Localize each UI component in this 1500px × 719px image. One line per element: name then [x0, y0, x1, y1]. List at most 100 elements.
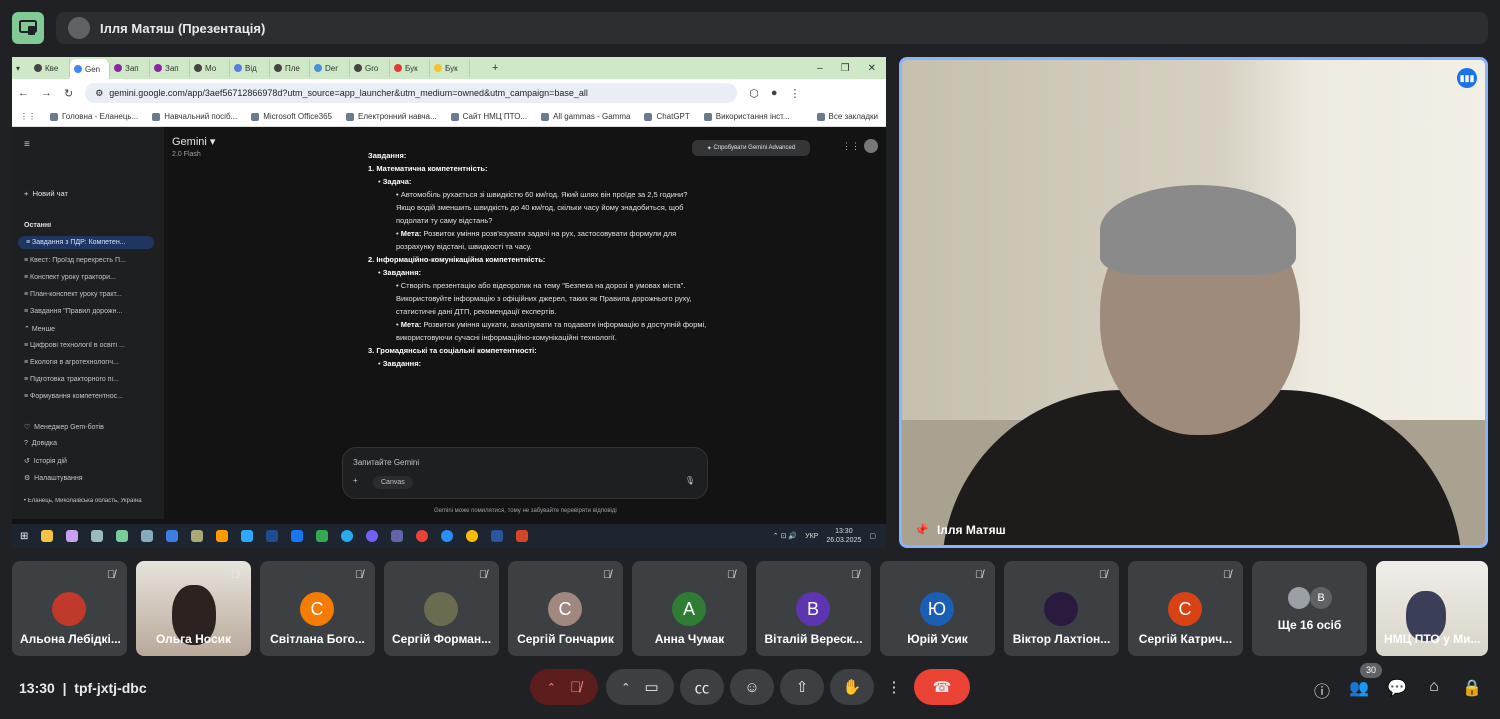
settings-item[interactable]: ⚙ Налаштування	[24, 474, 154, 482]
participant-tile[interactable]: 🎙̸ С Світлана Бого...	[260, 561, 375, 656]
recent-item[interactable]: ≡ Завдання "Правил дорожн...	[24, 308, 154, 315]
recent-item-selected[interactable]: ≡ Завдання з ПДР: Компетен...	[18, 236, 154, 249]
new-tab-icon[interactable]: +	[470, 62, 498, 74]
apps-grid-icon[interactable]: ⋮⋮	[20, 112, 36, 121]
layout-switch-icon[interactable]	[12, 12, 44, 44]
chrome-icon[interactable]	[466, 530, 479, 542]
taskbar-app-icon[interactable]	[166, 530, 179, 542]
word-icon[interactable]	[491, 530, 504, 542]
participant-tile[interactable]: 🎙̸ Сергій Форман...	[384, 561, 499, 656]
more-participants-tile[interactable]: В Ще 16 осіб	[1252, 561, 1367, 656]
viber-icon[interactable]	[366, 530, 379, 542]
raise-hand-button[interactable]: ✋	[830, 669, 874, 705]
browser-tab[interactable]: Зап	[110, 59, 150, 77]
browser-tab[interactable]: Бук	[390, 59, 430, 77]
url-field[interactable]: ⚙ gemini.google.com/app/3aef56712866978d…	[85, 83, 738, 103]
show-less-button[interactable]: ⌃ Менше	[24, 325, 154, 333]
try-advanced-button[interactable]: ✦ Спробувати Gemini Advanced	[692, 140, 810, 156]
taskbar-app-icon[interactable]	[141, 530, 154, 542]
maximize-icon[interactable]: ❐	[841, 63, 850, 74]
participant-tile[interactable]: 🎙̸ Альона Лебідкі...	[12, 561, 127, 656]
minimize-icon[interactable]: –	[817, 63, 823, 74]
leave-call-button[interactable]: ☎	[914, 669, 970, 705]
new-chat-button[interactable]: + Новий чат	[24, 189, 154, 198]
site-info-icon[interactable]: ⚙	[95, 88, 103, 99]
bookmark[interactable]: All gammas - Gamma	[541, 112, 630, 121]
participant-tile[interactable]: 🎙̸ Ю Юрій Усик	[880, 561, 995, 656]
bookmark[interactable]: Використання інст...	[703, 112, 790, 121]
bookmark[interactable]: Головна - Еланець...	[50, 112, 138, 121]
participant-tile[interactable]: 🎙̸ А Анна Чумак	[632, 561, 747, 656]
recent-item[interactable]: ≡ Конспект уроку трактори...	[24, 274, 154, 281]
people-icon[interactable]: 👥	[1348, 678, 1370, 700]
gemini-prompt-input[interactable]: Запитайте Gemini + Canvas 🎙	[342, 447, 708, 499]
info-icon[interactable]: ⓘ	[1311, 678, 1333, 701]
recent-item[interactable]: ≡ Підготовка тракторного пі...	[24, 376, 154, 383]
taskbar-app-icon[interactable]	[41, 530, 54, 542]
recent-item[interactable]: ≡ Цифрові технології в освіті ...	[24, 342, 154, 349]
all-bookmarks[interactable]: Все закладки	[816, 112, 886, 121]
language-indicator[interactable]: УКР	[805, 533, 818, 540]
powerpoint-icon[interactable]	[516, 530, 529, 542]
notifications-icon[interactable]: ▢	[869, 532, 876, 540]
gemini-model-picker[interactable]: Gemini ▾ 2.0 Flash	[172, 135, 215, 158]
gem-manager-item[interactable]: ♡ Менеджер Gem-ботів	[24, 423, 154, 431]
bookmark[interactable]: Сайт НМЦ ПТО...	[450, 112, 527, 121]
participant-tile[interactable]: 🎙̸ Віктор Лахтіон...	[1004, 561, 1119, 656]
telegram-icon[interactable]	[341, 530, 354, 542]
chrome-icon[interactable]	[416, 530, 429, 542]
browser-tab[interactable]: Зап	[150, 59, 190, 77]
clock[interactable]: 13:30 26.03.2025	[826, 527, 861, 545]
browser-tab[interactable]: Кве	[30, 59, 70, 77]
add-icon[interactable]: +	[353, 476, 358, 485]
participant-tile[interactable]: 🎙̸ С Сергій Катрич...	[1128, 561, 1243, 656]
chat-icon[interactable]: 💬	[1386, 678, 1408, 700]
taskbar-app-icon[interactable]	[116, 530, 129, 542]
zoom-icon[interactable]	[441, 530, 454, 542]
speaker-video-tile[interactable]: ▮▮▮ 📌 Ілля Матяш	[899, 57, 1488, 548]
participant-tile[interactable]: 🎙̸ Ольга Носик	[136, 561, 251, 656]
taskbar-app-icon[interactable]	[291, 530, 304, 542]
activity-item[interactable]: ↺ Історія дій	[24, 457, 154, 465]
browser-tab[interactable]: Der	[310, 59, 350, 77]
participant-tile[interactable]: 🎙̸ С Сергій Гончарик	[508, 561, 623, 656]
close-icon[interactable]: ✕	[868, 63, 876, 74]
extension-icon[interactable]: ⬡	[749, 87, 759, 100]
pin-icon[interactable]: 📌	[914, 523, 929, 537]
taskbar-app-icon[interactable]	[316, 530, 329, 542]
reactions-button[interactable]: ☺	[730, 669, 774, 705]
microphone-toggle[interactable]: ⌃ 🎙̸	[530, 669, 598, 705]
taskbar-app-icon[interactable]	[191, 530, 204, 542]
recent-item[interactable]: ≡ План-конспект уроку тракт...	[24, 291, 154, 298]
participant-tile[interactable]: 🎙̸ В Віталій Вереск...	[756, 561, 871, 656]
present-button[interactable]: ⇧	[780, 669, 824, 705]
tab-search-icon[interactable]: ▾	[16, 64, 30, 73]
browser-tab[interactable]: Gro	[350, 59, 390, 77]
taskbar-app-icon[interactable]	[266, 530, 279, 542]
bookmark[interactable]: Навчальний посіб...	[152, 112, 237, 121]
chevron-up-icon[interactable]: ⌃	[621, 681, 630, 694]
more-options-button[interactable]: ⋮	[880, 669, 908, 705]
tray-icons[interactable]: ⌃ ⊡ 🔊	[773, 532, 797, 540]
account-avatar[interactable]	[864, 139, 878, 153]
reload-icon[interactable]: ↻	[64, 87, 73, 100]
recent-item[interactable]: ≡ Формування компетентнос...	[24, 393, 154, 400]
bookmark[interactable]: Microsoft Office365	[251, 112, 332, 121]
help-item[interactable]: ? Довідка	[24, 440, 154, 447]
bookmark[interactable]: ChatGPT	[644, 112, 690, 121]
activities-icon[interactable]: ⌂	[1423, 678, 1445, 700]
bookmark[interactable]: Електронний навча...	[346, 112, 437, 121]
forward-icon[interactable]: →	[41, 87, 52, 99]
back-icon[interactable]: ←	[18, 87, 29, 99]
taskbar-app-icon[interactable]	[66, 530, 79, 542]
hamburger-icon[interactable]: ≡	[24, 139, 154, 150]
illustrator-icon[interactable]	[216, 530, 229, 542]
recent-item[interactable]: ≡ Екологія в агротехнологіч...	[24, 359, 154, 366]
windows-start-icon[interactable]: ⊞	[20, 531, 28, 542]
participant-tile[interactable]: 🎙̸ НМЦ ПТО у Ми...	[1376, 561, 1488, 656]
recent-item[interactable]: ≡ Квест: Проїзд перехресть П...	[24, 257, 154, 264]
browser-tab[interactable]: Пле	[270, 59, 310, 77]
taskbar-app-icon[interactable]	[91, 530, 104, 542]
browser-tab[interactable]: Від	[230, 59, 270, 77]
apps-icon[interactable]: ⋮⋮	[842, 141, 860, 152]
